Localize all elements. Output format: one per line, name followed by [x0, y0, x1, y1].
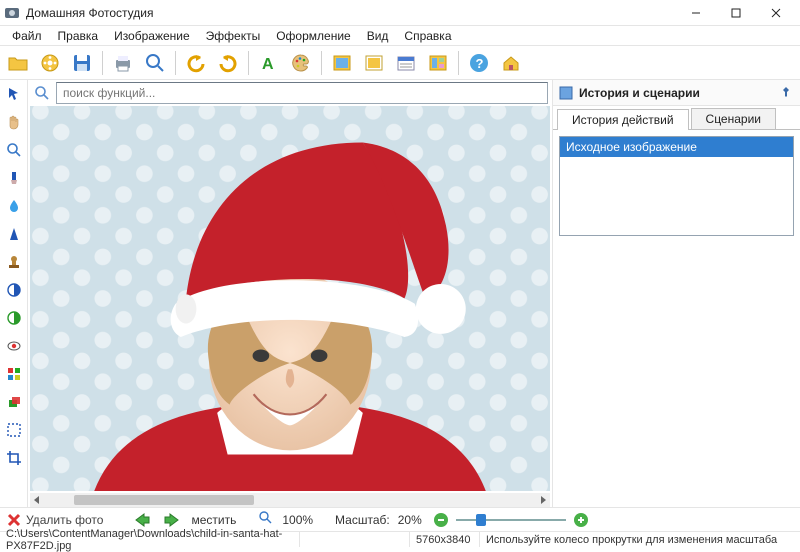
sharpen-tool[interactable]	[4, 224, 24, 244]
next-image-button[interactable]	[161, 511, 183, 529]
print-button[interactable]	[109, 49, 137, 77]
image-canvas[interactable]	[28, 106, 552, 507]
scale-label: Масштаб:	[335, 513, 390, 527]
statusbar: C:\Users\ContentManager\Downloads\child-…	[0, 531, 800, 547]
history-list[interactable]: Исходное изображение	[559, 136, 794, 236]
zoom-slider[interactable]	[456, 515, 566, 525]
prev-image-button[interactable]	[131, 511, 153, 529]
history-panel-icon	[559, 86, 573, 100]
main-toolbar: A ?	[0, 46, 800, 80]
calendar-button[interactable]	[392, 49, 420, 77]
redo-button[interactable]	[214, 49, 242, 77]
brightness-tool[interactable]	[4, 308, 24, 328]
status-filepath: C:\Users\ContentManager\Downloads\child-…	[0, 532, 300, 547]
help-button[interactable]: ?	[465, 49, 493, 77]
history-item[interactable]: Исходное изображение	[560, 137, 793, 157]
horizontal-scrollbar[interactable]	[30, 493, 550, 507]
titlebar: Домашняя Фотостудия	[0, 0, 800, 26]
collage-button[interactable]	[424, 49, 452, 77]
text-button[interactable]: A	[255, 49, 283, 77]
menu-file[interactable]: Файл	[4, 27, 50, 45]
scroll-left-arrow[interactable]	[30, 493, 44, 507]
save-button[interactable]	[68, 49, 96, 77]
drop-tool[interactable]	[4, 196, 24, 216]
status-hint: Используйте колесо прокрутки для изменен…	[480, 532, 800, 547]
history-panel: История и сценарии История действий Сцен…	[552, 80, 800, 507]
tool-palette	[0, 80, 28, 507]
menu-effects[interactable]: Эффекты	[198, 27, 269, 45]
actual-size-label[interactable]: 100%	[282, 513, 313, 527]
open-button[interactable]	[4, 49, 32, 77]
brush-tool[interactable]	[4, 168, 24, 188]
zoom-slider-handle[interactable]	[476, 514, 486, 526]
search-row	[28, 80, 552, 106]
layers-tool[interactable]	[4, 392, 24, 412]
fit-label[interactable]: местить	[191, 513, 236, 527]
menubar: Файл Правка Изображение Эффекты Оформлен…	[0, 26, 800, 46]
menu-edit[interactable]: Правка	[50, 27, 107, 45]
delete-photo-button[interactable]: Удалить фото	[6, 512, 103, 528]
minimize-button[interactable]	[676, 1, 716, 25]
svg-text:A: A	[262, 56, 274, 73]
scroll-thumb[interactable]	[74, 495, 254, 505]
zoom-in-button[interactable]	[574, 513, 588, 527]
contrast-tool[interactable]	[4, 280, 24, 300]
zoom-tool[interactable]	[4, 140, 24, 160]
redeye-tool[interactable]	[4, 336, 24, 356]
scroll-right-arrow[interactable]	[536, 493, 550, 507]
film-roll-icon[interactable]	[36, 49, 64, 77]
crop-tool[interactable]	[4, 448, 24, 468]
swatches-tool[interactable]	[4, 364, 24, 384]
menu-view[interactable]: Вид	[359, 27, 397, 45]
select-tool[interactable]	[4, 420, 24, 440]
svg-text:?: ?	[476, 56, 484, 71]
scale-value: 20%	[398, 513, 426, 527]
tab-scenarios[interactable]: Сценарии	[691, 108, 776, 129]
search-input[interactable]	[56, 82, 548, 104]
tab-history[interactable]: История действий	[557, 109, 689, 130]
zoom-button[interactable]	[141, 49, 169, 77]
actual-size-icon[interactable]	[258, 510, 274, 529]
hand-tool[interactable]	[4, 112, 24, 132]
maximize-button[interactable]	[716, 1, 756, 25]
history-panel-title: История и сценарии	[579, 86, 780, 100]
menu-help[interactable]: Справка	[396, 27, 459, 45]
undo-button[interactable]	[182, 49, 210, 77]
frame1-button[interactable]	[328, 49, 356, 77]
zoom-out-button[interactable]	[434, 513, 448, 527]
app-icon	[4, 5, 20, 21]
delete-photo-label: Удалить фото	[26, 513, 103, 527]
close-button[interactable]	[756, 1, 796, 25]
pin-icon[interactable]	[780, 86, 794, 100]
menu-image[interactable]: Изображение	[106, 27, 198, 45]
search-icon	[32, 83, 52, 103]
history-tabs: История действий Сценарии	[553, 106, 800, 130]
menu-decoration[interactable]: Оформление	[268, 27, 358, 45]
pointer-tool[interactable]	[4, 84, 24, 104]
home-button[interactable]	[497, 49, 525, 77]
window-title: Домашняя Фотостудия	[26, 6, 676, 20]
palette-button[interactable]	[287, 49, 315, 77]
frame2-button[interactable]	[360, 49, 388, 77]
status-dimensions: 5760x3840	[410, 532, 480, 547]
stamp-tool[interactable]	[4, 252, 24, 272]
